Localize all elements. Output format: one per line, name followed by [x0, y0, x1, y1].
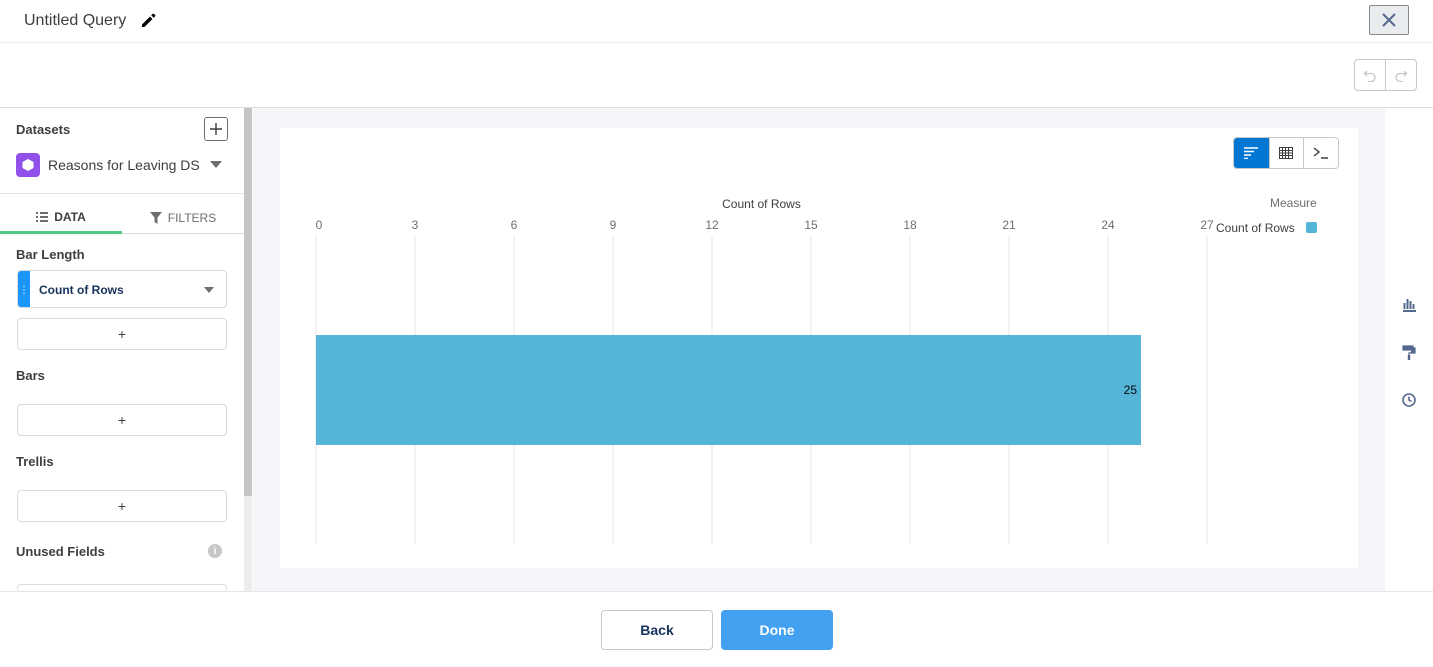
legend-item-label: Count of Rows — [1216, 221, 1295, 235]
footer — [0, 591, 1433, 667]
legend-swatch — [1306, 222, 1317, 233]
x-tick-label: 3 — [412, 218, 419, 232]
x-tick-label: 12 — [705, 218, 719, 232]
legend-title: Measure — [1270, 196, 1317, 210]
back-button[interactable]: Back — [601, 610, 713, 650]
x-tick-label: 6 — [511, 218, 518, 232]
history-icon — [1402, 393, 1416, 407]
x-tick-label: 27 — [1200, 218, 1214, 232]
chart-type-icon — [1403, 299, 1416, 312]
bar-chart: Count of Rows 0 3 6 9 12 15 18 21 24 27 25 — [315, 197, 1214, 544]
x-tick-label: 21 — [1002, 218, 1016, 232]
query-editor: Untitled Query Datasets Reasons for Leav… — [0, 0, 1433, 667]
x-tick-label: 24 — [1101, 218, 1115, 232]
x-tick-label: 18 — [903, 218, 917, 232]
x-axis-title: Count of Rows — [722, 197, 801, 211]
history-button[interactable] — [1400, 391, 1418, 409]
format-button[interactable] — [1400, 343, 1418, 361]
done-button[interactable]: Done — [721, 610, 833, 650]
format-icon — [1402, 345, 1416, 360]
x-tick-label: 9 — [610, 218, 617, 232]
bar-data-label: 25 — [1124, 383, 1138, 397]
bar — [316, 335, 1141, 445]
x-tick-label: 0 — [316, 218, 323, 232]
chart-type-button[interactable] — [1400, 295, 1418, 313]
x-tick-label: 15 — [804, 218, 818, 232]
